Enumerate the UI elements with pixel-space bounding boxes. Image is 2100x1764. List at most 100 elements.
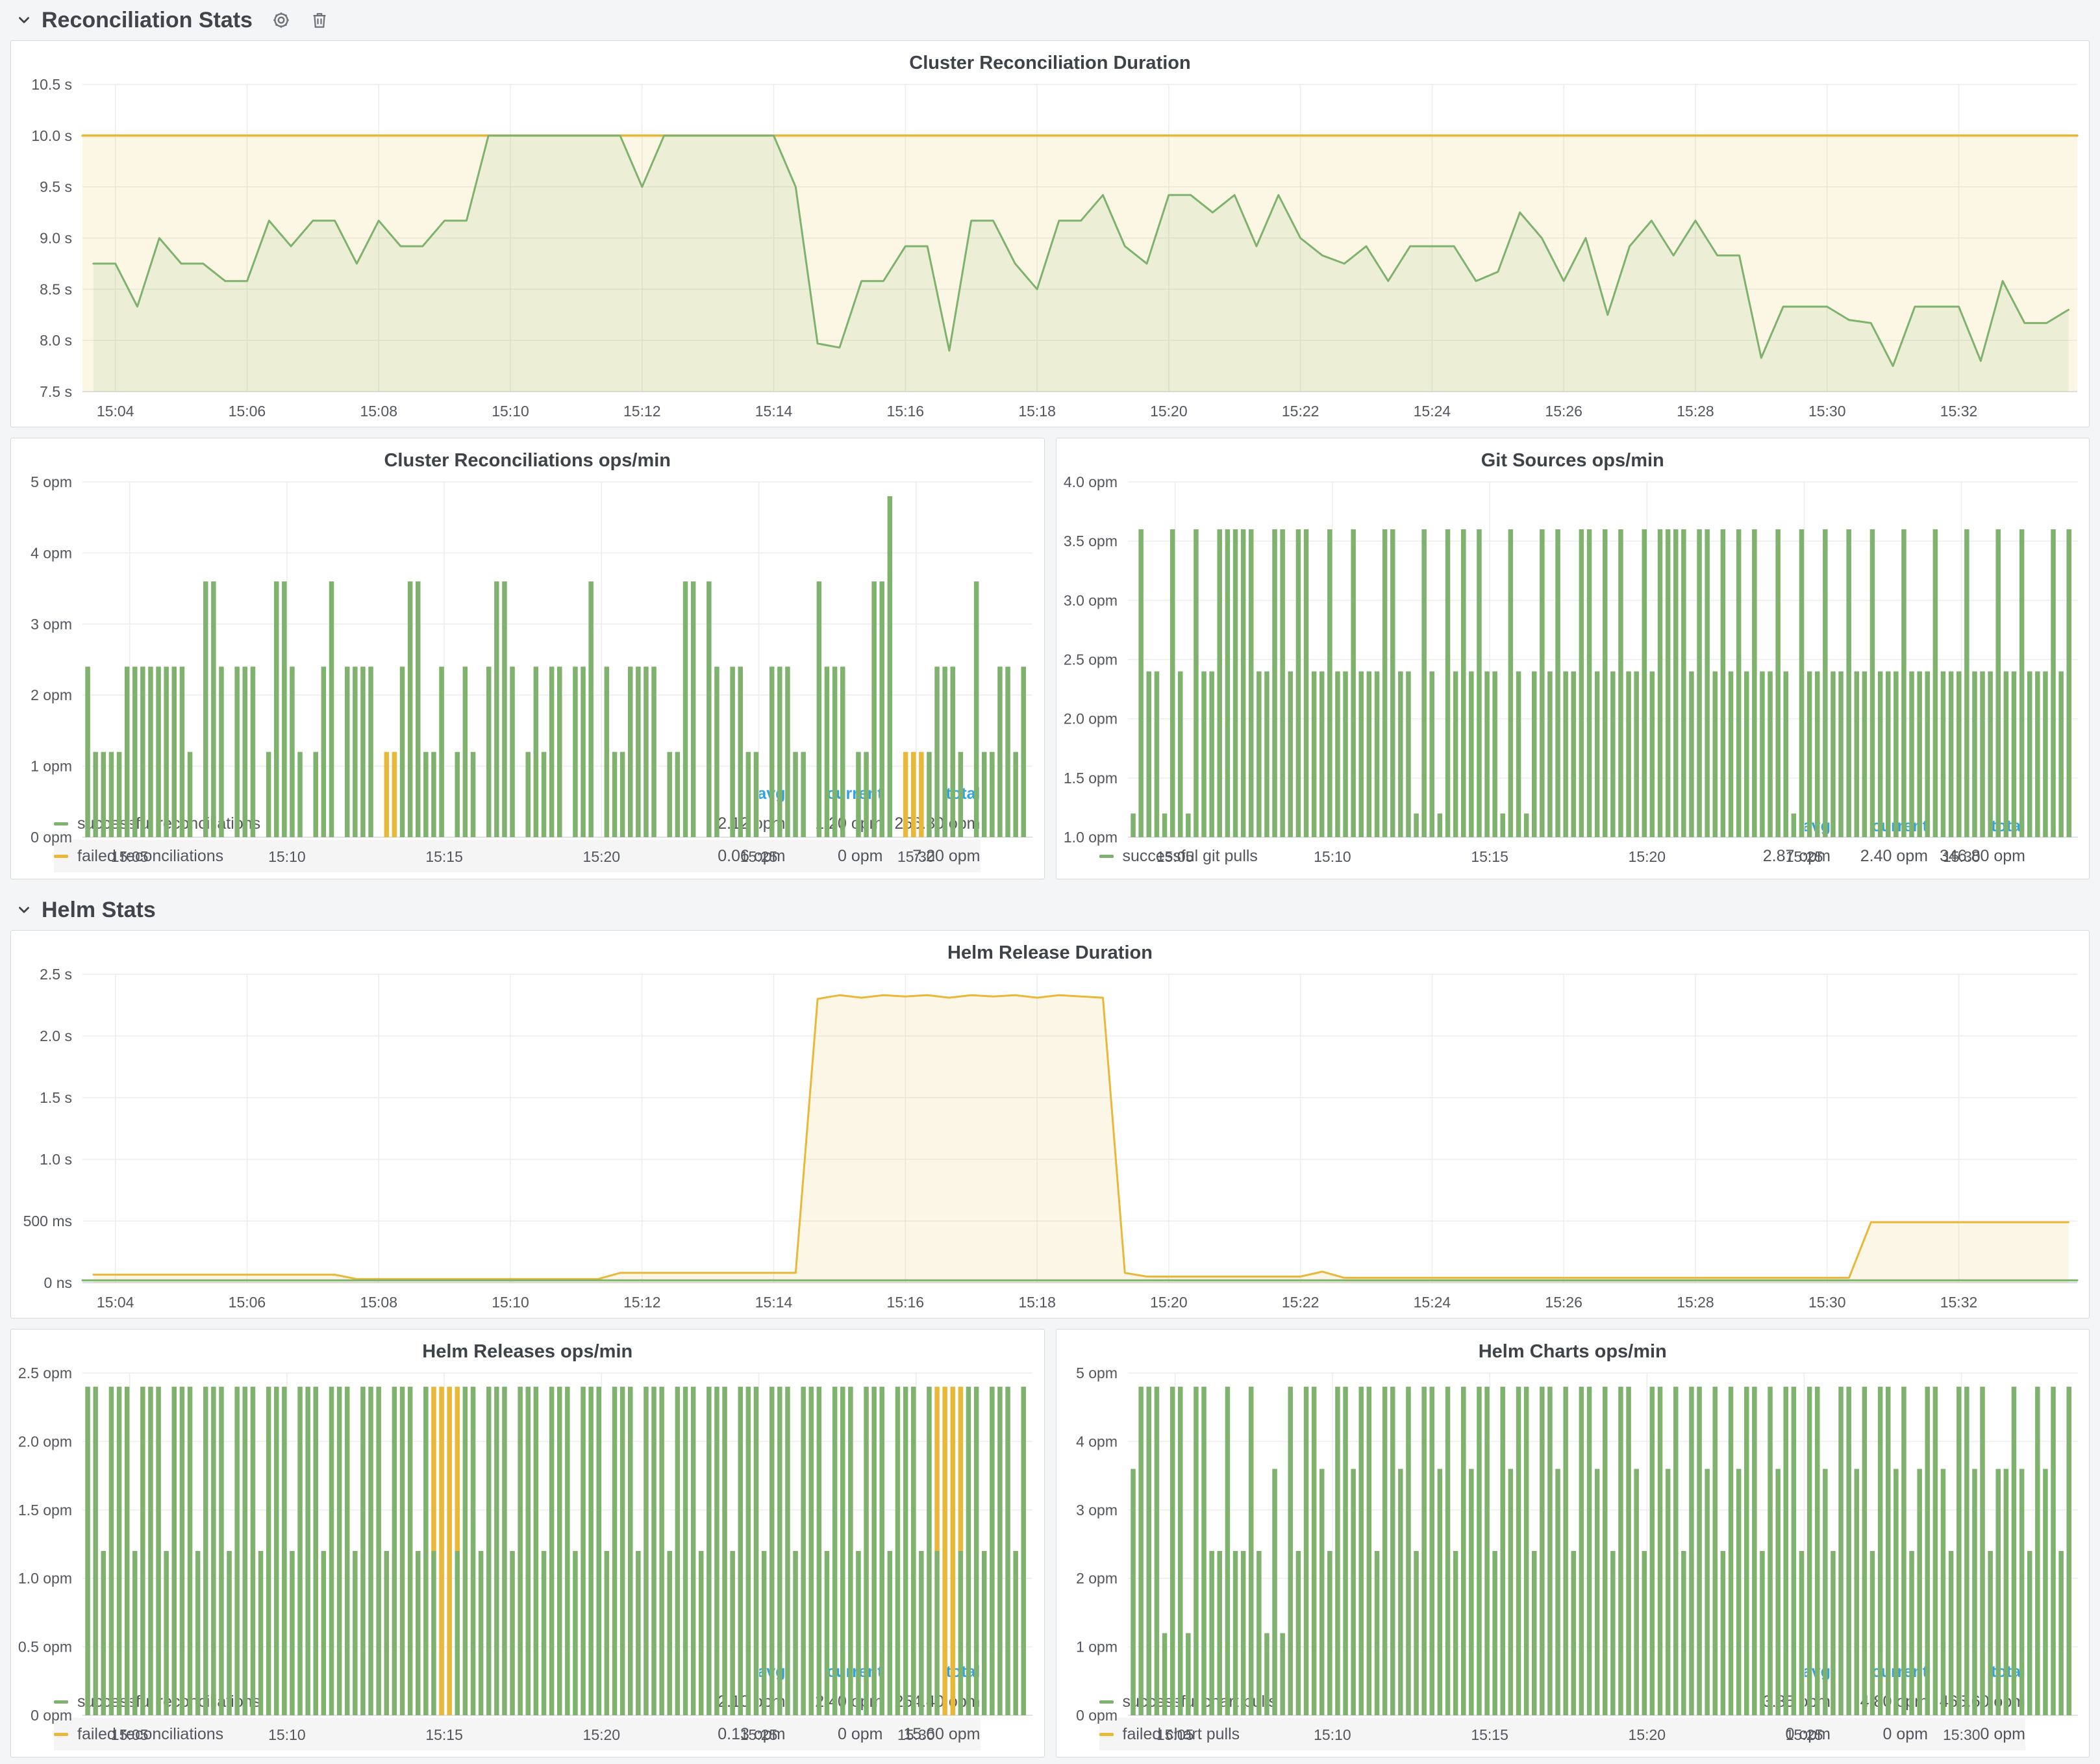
svg-text:15:24: 15:24 <box>1414 403 1451 420</box>
section-reconciliation-stats: Reconciliation Stats <box>10 0 2090 40</box>
section-title[interactable]: Helm Stats <box>42 898 156 923</box>
svg-text:1.0 s: 1.0 s <box>40 1151 72 1168</box>
panel-title[interactable]: Helm Release Duration <box>11 931 2089 965</box>
svg-text:15:25: 15:25 <box>1785 848 1823 865</box>
svg-text:2 opm: 2 opm <box>31 687 72 703</box>
svg-text:1 opm: 1 opm <box>31 758 72 775</box>
svg-text:15:25: 15:25 <box>1785 1726 1823 1743</box>
cluster-reconciliations-opm-plot[interactable]: 15:0515:1015:1515:2015:2515:300 opm1 opm… <box>11 473 1044 780</box>
helm-release-duration-plot[interactable]: 15:0415:0615:0815:1015:1215:1415:1615:18… <box>11 965 2089 1318</box>
panel-cluster-reconciliation-duration: Cluster Reconciliation Duration 15:0415:… <box>10 40 2090 427</box>
svg-text:15:12: 15:12 <box>623 403 661 420</box>
panel-helm-releases-opm: Helm Releases ops/min 15:0515:1015:1515:… <box>10 1329 1045 1758</box>
svg-text:15:14: 15:14 <box>755 403 793 420</box>
panel-helm-release-duration: Helm Release Duration 15:0415:0615:0815:… <box>10 930 2090 1318</box>
svg-text:15:10: 15:10 <box>268 848 306 865</box>
panel-git-sources-opm: Git Sources ops/min 15:0515:1015:1515:20… <box>1056 438 2090 879</box>
svg-text:15:15: 15:15 <box>425 848 463 865</box>
chevron-down-icon[interactable] <box>16 12 32 29</box>
svg-text:4 opm: 4 opm <box>1076 1433 1118 1450</box>
helm-releases-opm-plot[interactable]: 15:0515:1015:1515:2015:2515:300 opm0.5 o… <box>11 1364 1044 1658</box>
svg-text:15:08: 15:08 <box>360 1294 397 1311</box>
svg-text:0 opm: 0 opm <box>1076 1707 1118 1724</box>
svg-text:2.0 opm: 2.0 opm <box>1063 711 1117 727</box>
svg-text:15:30: 15:30 <box>1942 848 1980 865</box>
svg-text:15:22: 15:22 <box>1282 403 1319 420</box>
dashboard: Reconciliation Stats Cluster Reconciliat… <box>0 0 2100 1758</box>
svg-text:10.5 s: 10.5 s <box>31 76 72 93</box>
svg-text:15:12: 15:12 <box>623 1294 661 1311</box>
svg-text:15:30: 15:30 <box>897 1726 935 1743</box>
panel-title[interactable]: Cluster Reconciliations ops/min <box>11 438 1044 473</box>
svg-text:15:16: 15:16 <box>887 403 925 420</box>
svg-text:1.5 s: 1.5 s <box>40 1089 72 1106</box>
svg-text:4 opm: 4 opm <box>31 544 72 561</box>
svg-text:0 opm: 0 opm <box>31 829 72 846</box>
helm-charts-opm-plot[interactable]: 15:0515:1015:1515:2015:2515:300 opm1 opm… <box>1056 1364 2090 1658</box>
svg-text:15:14: 15:14 <box>755 1294 793 1311</box>
git-sources-opm-plot[interactable]: 15:0515:1015:1515:2015:2515:301.0 opm1.5… <box>1056 473 2090 813</box>
svg-text:1.5 opm: 1.5 opm <box>1063 770 1117 787</box>
svg-text:15:28: 15:28 <box>1677 1294 1714 1311</box>
svg-text:15:25: 15:25 <box>740 848 778 865</box>
svg-text:15:20: 15:20 <box>1150 403 1188 420</box>
svg-text:2.0 s: 2.0 s <box>40 1027 72 1044</box>
svg-text:15:06: 15:06 <box>229 403 266 420</box>
svg-text:15:10: 15:10 <box>1314 848 1351 865</box>
chevron-down-icon[interactable] <box>16 901 32 918</box>
svg-text:5 opm: 5 opm <box>1076 1365 1118 1381</box>
svg-text:15:30: 15:30 <box>1808 403 1846 420</box>
svg-text:1.0 opm: 1.0 opm <box>1063 829 1117 846</box>
svg-text:15:26: 15:26 <box>1545 403 1582 420</box>
panel-title[interactable]: Helm Charts ops/min <box>1056 1329 2090 1364</box>
gear-icon[interactable] <box>271 10 292 31</box>
svg-text:15:15: 15:15 <box>1471 1726 1508 1743</box>
svg-text:4.0 opm: 4.0 opm <box>1063 473 1117 490</box>
cluster-reconciliation-duration-plot[interactable]: 15:0415:0615:0815:1015:1215:1415:1615:18… <box>11 75 2089 427</box>
svg-text:3 opm: 3 opm <box>1076 1502 1118 1518</box>
svg-text:15:05: 15:05 <box>111 1726 149 1743</box>
svg-text:15:10: 15:10 <box>492 1294 529 1311</box>
svg-text:15:10: 15:10 <box>492 403 529 420</box>
svg-text:5 opm: 5 opm <box>31 473 72 490</box>
panel-title[interactable]: Helm Releases ops/min <box>11 1329 1044 1364</box>
svg-text:0 ns: 0 ns <box>44 1274 72 1291</box>
svg-text:15:24: 15:24 <box>1414 1294 1451 1311</box>
svg-text:500 ms: 500 ms <box>23 1213 72 1229</box>
row-reconciliation-bars: Cluster Reconciliations ops/min 15:0515:… <box>10 438 2090 879</box>
panel-helm-charts-opm: Helm Charts ops/min 15:0515:1015:1515:20… <box>1056 1329 2090 1758</box>
svg-text:3.5 opm: 3.5 opm <box>1063 533 1117 549</box>
svg-text:15:05: 15:05 <box>1156 1726 1194 1743</box>
svg-text:15:25: 15:25 <box>740 1726 778 1743</box>
svg-text:10.0 s: 10.0 s <box>31 127 72 144</box>
svg-text:15:15: 15:15 <box>425 1726 463 1743</box>
svg-text:15:05: 15:05 <box>111 848 149 865</box>
svg-text:15:22: 15:22 <box>1282 1294 1319 1311</box>
svg-text:15:15: 15:15 <box>1471 848 1508 865</box>
svg-text:15:18: 15:18 <box>1018 403 1056 420</box>
svg-text:15:05: 15:05 <box>1156 848 1194 865</box>
section-helm-stats: Helm Stats <box>10 890 2090 930</box>
trash-icon[interactable] <box>310 10 329 30</box>
svg-text:1 opm: 1 opm <box>1076 1639 1118 1656</box>
svg-text:0.5 opm: 0.5 opm <box>18 1639 72 1656</box>
svg-text:15:32: 15:32 <box>1940 403 1978 420</box>
svg-text:15:32: 15:32 <box>1940 1294 1978 1311</box>
svg-text:0 opm: 0 opm <box>31 1707 72 1724</box>
svg-text:15:26: 15:26 <box>1545 1294 1582 1311</box>
svg-text:15:30: 15:30 <box>1942 1726 1980 1743</box>
svg-text:15:10: 15:10 <box>268 1726 306 1743</box>
svg-text:15:30: 15:30 <box>1808 1294 1846 1311</box>
panel-title[interactable]: Git Sources ops/min <box>1056 438 2090 473</box>
row-helm-bars: Helm Releases ops/min 15:0515:1015:1515:… <box>10 1329 2090 1758</box>
panel-title[interactable]: Cluster Reconciliation Duration <box>11 41 2089 75</box>
svg-text:2.5 opm: 2.5 opm <box>18 1365 72 1381</box>
svg-text:2.5 s: 2.5 s <box>40 966 72 983</box>
svg-text:1.0 opm: 1.0 opm <box>18 1570 72 1587</box>
svg-text:3 opm: 3 opm <box>31 616 72 633</box>
section-title[interactable]: Reconciliation Stats <box>42 8 253 33</box>
svg-text:15:06: 15:06 <box>229 1294 266 1311</box>
svg-text:2 opm: 2 opm <box>1076 1570 1118 1587</box>
svg-text:2.5 opm: 2.5 opm <box>1063 651 1117 668</box>
svg-text:8.5 s: 8.5 s <box>40 281 72 297</box>
